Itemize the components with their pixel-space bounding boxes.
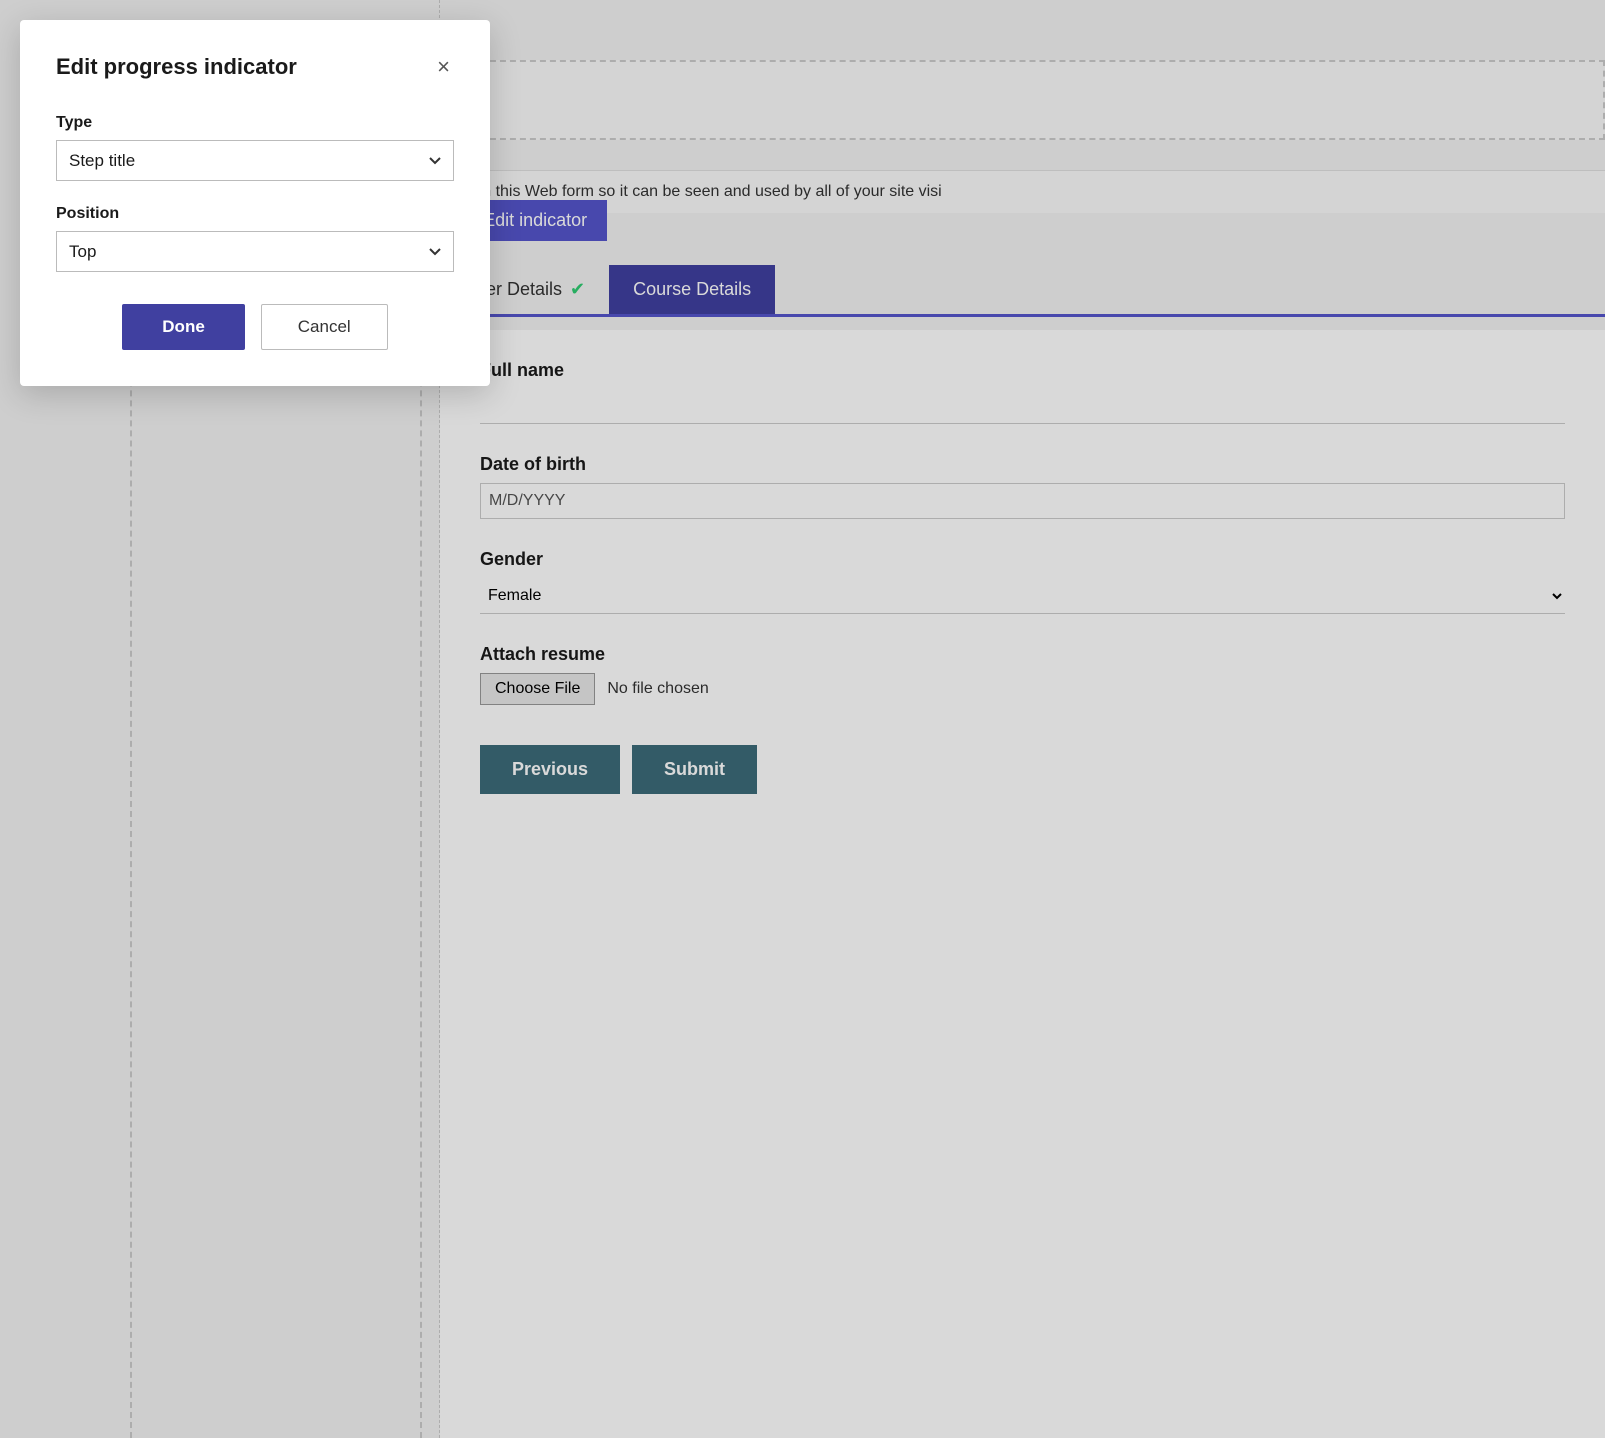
- modal-title: Edit progress indicator: [56, 54, 297, 80]
- modal-cancel-button[interactable]: Cancel: [261, 304, 388, 350]
- modal-position-field: Position Top Bottom Left Right: [56, 205, 454, 272]
- edit-progress-indicator-modal: Edit progress indicator × Type Step titl…: [20, 20, 490, 386]
- modal-buttons: Done Cancel: [56, 304, 454, 350]
- modal-type-label: Type: [56, 114, 454, 132]
- modal-type-field: Type Step title Step number Percentage: [56, 114, 454, 181]
- modal-position-label: Position: [56, 205, 454, 223]
- close-icon: ×: [437, 54, 450, 79]
- modal-header: Edit progress indicator ×: [56, 52, 454, 82]
- modal-close-button[interactable]: ×: [433, 52, 454, 82]
- modal-type-select[interactable]: Step title Step number Percentage: [56, 140, 454, 181]
- modal-position-select[interactable]: Top Bottom Left Right: [56, 231, 454, 272]
- modal-done-button[interactable]: Done: [122, 304, 245, 350]
